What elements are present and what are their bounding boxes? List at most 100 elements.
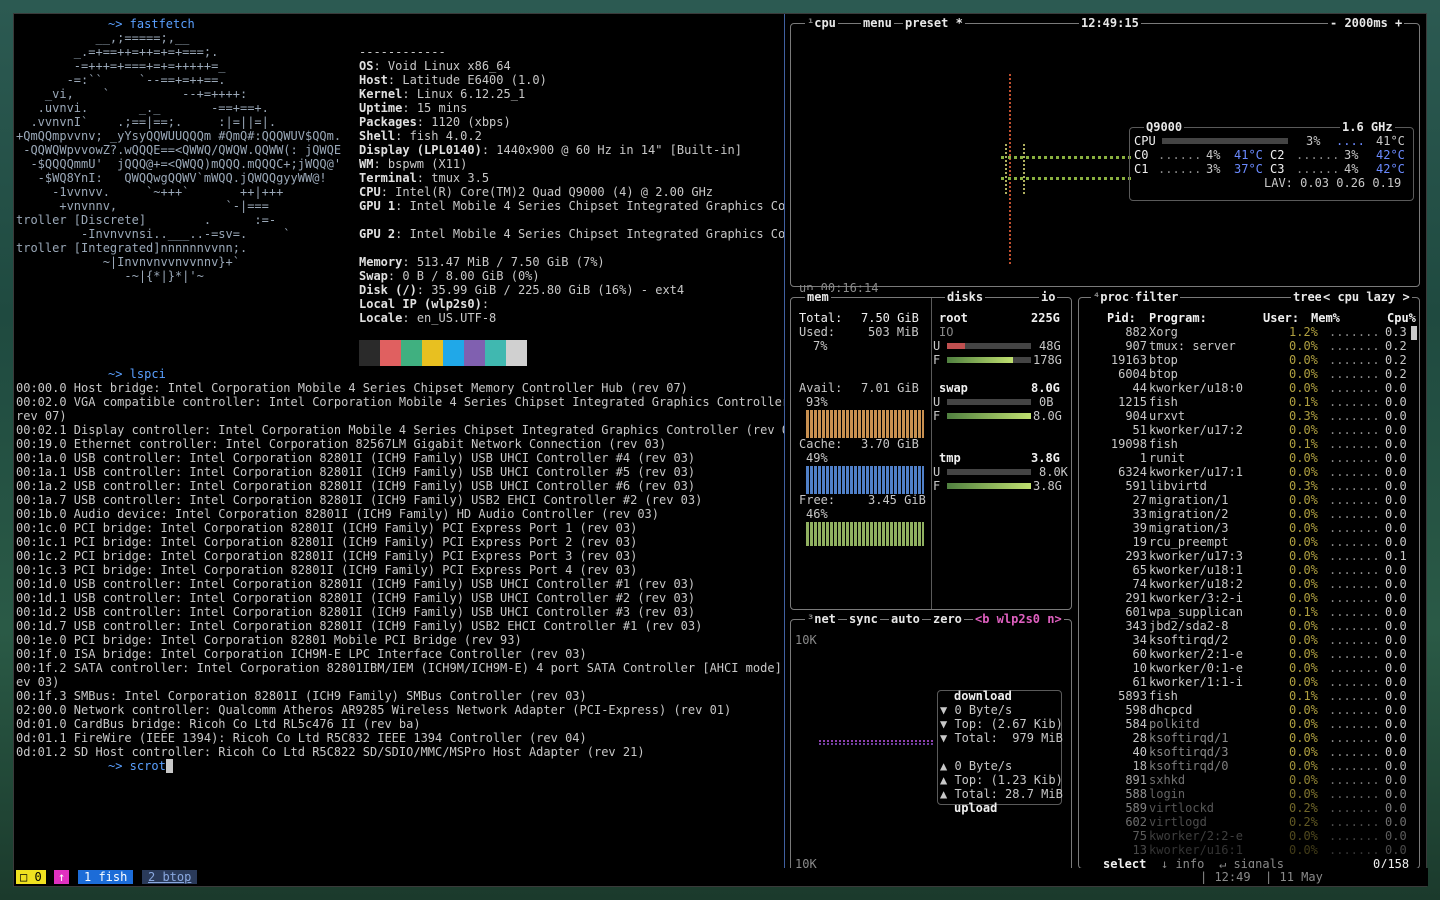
net-title[interactable]: ³net bbox=[805, 612, 838, 626]
proc-title[interactable]: ⁴proc bbox=[1091, 290, 1132, 304]
session-indicator[interactable]: □ 0 bbox=[16, 870, 46, 884]
proc-pid: 13 bbox=[1132, 843, 1147, 857]
table-row[interactable]: 34 ksoftirqd/2 0.0%....... 0.0 bbox=[1079, 633, 1409, 647]
disks-title[interactable]: disks bbox=[945, 290, 986, 304]
left-shell-pane[interactable]: ~> fastfetch __,;=====;,__ _.=+==++=++=+… bbox=[14, 14, 784, 869]
table-row[interactable]: 602 virtlogd 0.2%....... 0.0 bbox=[1079, 815, 1409, 829]
table-row[interactable]: 19 rcu_preempt 0.0%....... 0.0 bbox=[1079, 535, 1409, 549]
window-tab-2[interactable]: 2 btop bbox=[142, 870, 198, 884]
proc-mem: 0.0% bbox=[1289, 675, 1318, 689]
col-cpu[interactable]: Cpu% bbox=[1387, 311, 1416, 325]
ascii-line: ~|Invnvnvvnvvnnv}+` bbox=[16, 255, 240, 269]
table-row[interactable]: 904 urxvt 0.3%....... 0.0 bbox=[1079, 409, 1409, 423]
table-row[interactable]: 907 tmux: server 0.0%....... 0.2 bbox=[1079, 339, 1409, 353]
table-row[interactable]: 343 jbd2/sda2-8 0.0%....... 0.0 bbox=[1079, 619, 1409, 633]
table-row[interactable]: 74 kworker/u18:2 0.0%....... 0.0 bbox=[1079, 577, 1409, 591]
col-user[interactable]: User: bbox=[1263, 311, 1299, 325]
info-value: tmux 3.5 bbox=[431, 171, 490, 185]
proc-cpu: 0.0 bbox=[1385, 815, 1407, 829]
table-row[interactable]: 882 Xorg 1.2%....... 0.3 bbox=[1079, 325, 1409, 339]
table-row[interactable]: 291 kworker/3:2-i 0.0%....... 0.0 bbox=[1079, 591, 1409, 605]
table-row[interactable]: 891 sxhkd 0.0%....... 0.0 bbox=[1079, 773, 1409, 787]
table-row[interactable]: 293 kworker/u17:3 0.0%....... 0.1 bbox=[1079, 549, 1409, 563]
window-tab-1[interactable]: 1 fish bbox=[78, 870, 134, 884]
sync-toggle[interactable]: sync bbox=[847, 612, 880, 626]
disk-name[interactable]: tmp bbox=[939, 451, 961, 465]
col-mem[interactable]: Mem% bbox=[1311, 311, 1340, 325]
table-row[interactable]: 591 libvirtd 0.3%....... 0.0 bbox=[1079, 479, 1409, 493]
table-row[interactable]: 33 migration/2 0.0%....... 0.0 bbox=[1079, 507, 1409, 521]
load-average: LAV: 0.03 0.26 0.19 bbox=[1264, 176, 1402, 190]
cpu-title[interactable]: ¹cpu bbox=[805, 16, 838, 30]
table-row[interactable]: 40 ksoftirqd/3 0.0%....... 0.0 bbox=[1079, 745, 1409, 759]
prompt-scrot[interactable]: ~> scrot bbox=[108, 759, 174, 773]
preset-button[interactable]: preset * bbox=[903, 16, 965, 30]
mem-title[interactable]: mem bbox=[805, 290, 831, 304]
lspci-line: 00:02.1 Display controller: Intel Corpor… bbox=[16, 423, 784, 437]
interval-control[interactable]: - 2000ms + bbox=[1328, 16, 1405, 30]
mark-indicator: ↑ bbox=[54, 870, 70, 884]
table-row[interactable]: 5893 fish 0.1%....... 0.0 bbox=[1079, 689, 1409, 703]
info-value: bspwm (X11) bbox=[387, 157, 468, 171]
table-row[interactable]: 39 migration/3 0.0%....... 0.0 bbox=[1079, 521, 1409, 535]
mem-cache-label: Cache: bbox=[799, 437, 843, 451]
disk-name[interactable]: root bbox=[939, 311, 968, 325]
table-row[interactable]: 19163 btop 0.0%....... 0.2 bbox=[1079, 353, 1409, 367]
table-row[interactable]: 44 kworker/u18:0 0.0%....... 0.0 bbox=[1079, 381, 1409, 395]
btop-pane[interactable]: ¹cpu menu preset * 12:49:15 - 2000ms + u… bbox=[786, 14, 1428, 876]
info-line: CPU: Intel(R) Core(TM)2 Quad Q9000 (4) @… bbox=[359, 185, 714, 199]
table-row[interactable]: 65 kworker/u18:1 0.0%....... 0.0 bbox=[1079, 563, 1409, 577]
zero-toggle[interactable]: zero bbox=[931, 612, 964, 626]
proc-scrollbar[interactable] bbox=[1411, 326, 1417, 340]
proc-pid: 6004 bbox=[1118, 367, 1147, 381]
lspci-line: 00:1d.0 USB controller: Intel Corporatio… bbox=[16, 577, 696, 591]
proc-program: libvirtd bbox=[1149, 479, 1207, 493]
io-toggle[interactable]: io bbox=[1039, 290, 1058, 304]
table-row[interactable]: 13 kworker/u16:1 0.0%....... 0.0 bbox=[1079, 843, 1409, 857]
auto-toggle[interactable]: auto bbox=[889, 612, 922, 626]
proc-cpu-graph: ....... bbox=[1329, 619, 1380, 633]
table-row[interactable]: 6324 kworker/u17:1 0.0%....... 0.0 bbox=[1079, 465, 1409, 479]
table-row[interactable]: 75 kworker/2:2-e 0.0%....... 0.0 bbox=[1079, 829, 1409, 843]
table-row[interactable]: 28 ksoftirqd/1 0.0%....... 0.0 bbox=[1079, 731, 1409, 745]
table-row[interactable]: 588 login 0.0%....... 0.0 bbox=[1079, 787, 1409, 801]
mem-box: mem Total: 7.50 GiB Used: 503 MiB 7% Ava… bbox=[790, 290, 1072, 610]
menu-button[interactable]: menu bbox=[861, 16, 894, 30]
proc-pid: 65 bbox=[1132, 563, 1147, 577]
tree-toggle[interactable]: tree bbox=[1291, 290, 1324, 304]
col-pid[interactable]: Pid: bbox=[1107, 311, 1136, 325]
table-row[interactable]: 601 wpa_supplican 0.1%....... 0.0 bbox=[1079, 605, 1409, 619]
pane-divider[interactable] bbox=[784, 14, 785, 869]
table-row[interactable]: 18 ksoftirqd/0 0.0%....... 0.0 bbox=[1079, 759, 1409, 773]
table-row[interactable]: 51 kworker/u17:2 0.0%....... 0.0 bbox=[1079, 423, 1409, 437]
table-row[interactable]: 19098 fish 0.1%....... 0.0 bbox=[1079, 437, 1409, 451]
proc-cpu: 0.0 bbox=[1385, 619, 1407, 633]
table-row[interactable]: 61 kworker/1:1-i 0.0%....... 0.0 bbox=[1079, 675, 1409, 689]
disk-used: 8.0K bbox=[1039, 465, 1068, 479]
table-row[interactable]: 60 kworker/2:1-e 0.0%....... 0.0 bbox=[1079, 647, 1409, 661]
proc-cpu-graph: ....... bbox=[1329, 675, 1380, 689]
ascii-line: -QQWQWpvvowZ?.wQQQE==<QWWQ/QWQW.QQWW(: j… bbox=[16, 143, 342, 157]
table-row[interactable]: 27 migration/1 0.0%....... 0.0 bbox=[1079, 493, 1409, 507]
proc-cpu-graph: ....... bbox=[1329, 787, 1380, 801]
proc-pid: 74 bbox=[1132, 577, 1147, 591]
filter-button[interactable]: filter bbox=[1133, 290, 1181, 304]
sort-selector[interactable]: < cpu lazy > bbox=[1321, 290, 1412, 304]
table-row[interactable]: 1215 fish 0.1%....... 0.0 bbox=[1079, 395, 1409, 409]
interface-selector[interactable]: <b wlp2s0 n> bbox=[973, 612, 1064, 626]
disk-name[interactable]: swap bbox=[939, 381, 968, 395]
lspci-line: 00:02.0 VGA compatible controller: Intel… bbox=[16, 395, 784, 409]
terminal-window[interactable]: ~> fastfetch __,;=====;,__ _.=+==++=++=+… bbox=[13, 13, 1428, 887]
table-row[interactable]: 584 polkitd 0.0%....... 0.0 bbox=[1079, 717, 1409, 731]
net-stats-box: download ▼ 0 Byte/s ▼ Top: (2.67 Kib) ▼ … bbox=[937, 689, 1063, 815]
core-temp-2: 42°C bbox=[1376, 162, 1405, 176]
table-row[interactable]: 1 runit 0.0%....... 0.0 bbox=[1079, 451, 1409, 465]
table-row[interactable]: 598 dhcpcd 0.0%....... 0.0 bbox=[1079, 703, 1409, 717]
table-row[interactable]: 589 virtlockd 0.2%....... 0.0 bbox=[1079, 801, 1409, 815]
proc-pid: 28 bbox=[1132, 731, 1147, 745]
table-row[interactable]: 10 kworker/0:1-e 0.0%....... 0.0 bbox=[1079, 661, 1409, 675]
table-row[interactable]: 6004 btop 0.0%....... 0.2 bbox=[1079, 367, 1409, 381]
col-program[interactable]: Program: bbox=[1149, 311, 1207, 325]
proc-mem: 0.0% bbox=[1289, 367, 1318, 381]
info-key: Host bbox=[359, 73, 388, 87]
